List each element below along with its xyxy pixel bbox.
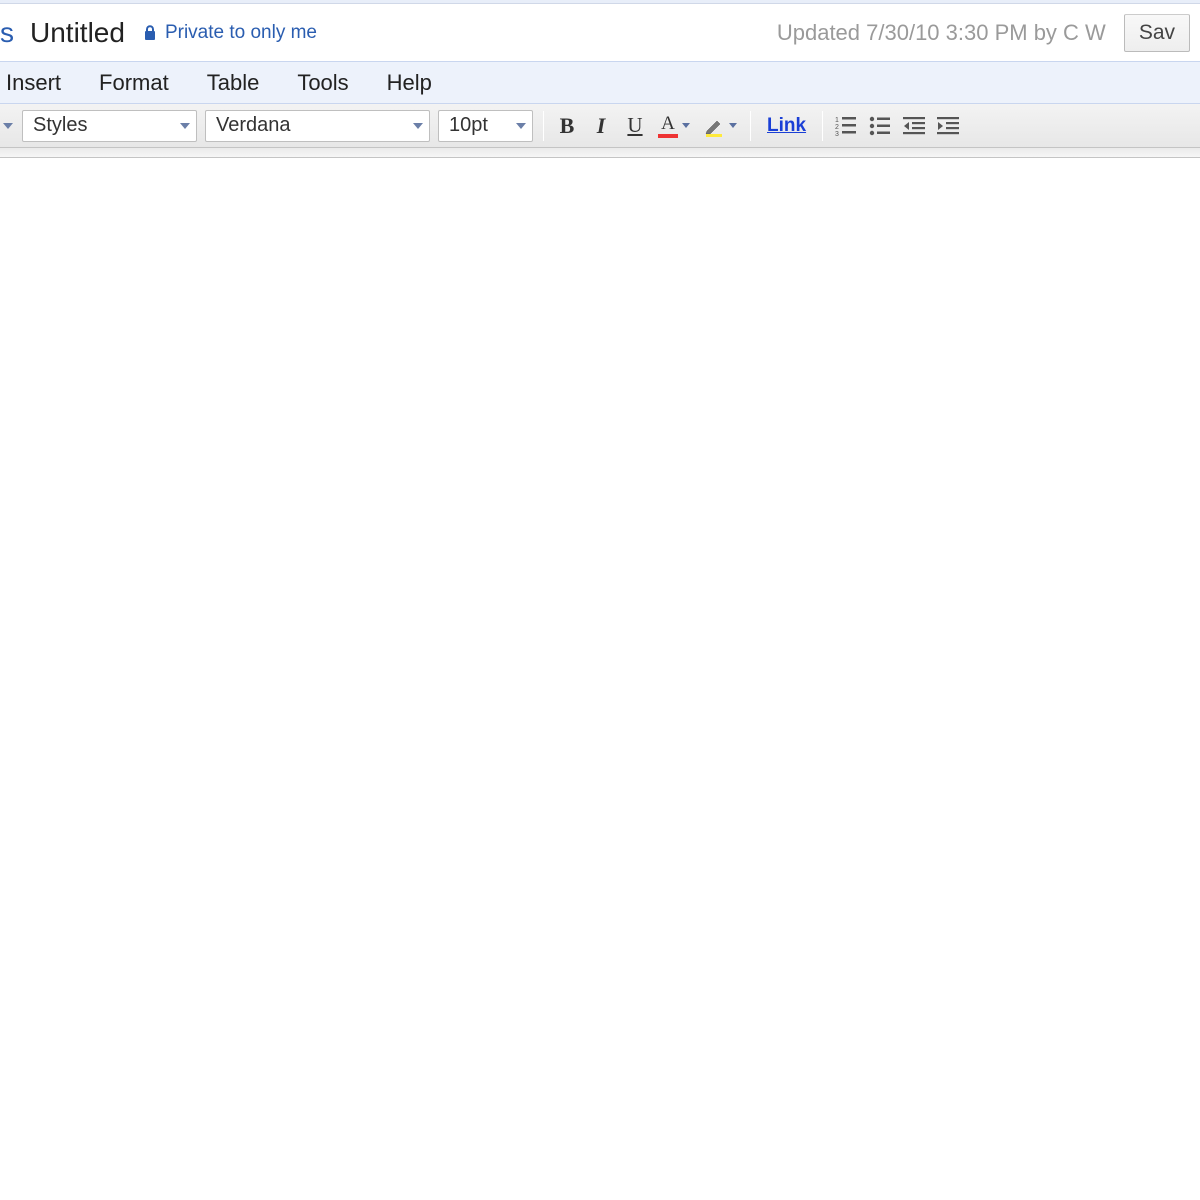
bold-button[interactable]: B	[550, 110, 584, 142]
title-bar: s Untitled Private to only me Updated 7/…	[0, 4, 1200, 62]
privacy-label: Private to only me	[165, 22, 317, 44]
chevron-down-icon	[682, 123, 690, 128]
menu-insert[interactable]: Insert	[4, 66, 63, 100]
toolbar-separator	[822, 111, 823, 141]
font-dropdown-label: Verdana	[216, 114, 291, 137]
leading-dropdown-caret[interactable]	[0, 123, 16, 129]
app-logo-fragment: s	[0, 17, 22, 49]
document-title[interactable]: Untitled	[22, 17, 143, 49]
font-size-dropdown[interactable]: 10pt	[438, 110, 533, 142]
italic-button[interactable]: I	[584, 110, 618, 142]
chevron-down-icon	[180, 123, 190, 129]
text-color-icon: A	[658, 114, 678, 138]
svg-text:1: 1	[835, 117, 839, 124]
font-size-label: 10pt	[449, 114, 488, 137]
styles-dropdown-label: Styles	[33, 114, 87, 137]
font-dropdown[interactable]: Verdana	[205, 110, 430, 142]
lock-icon	[143, 25, 157, 41]
chevron-down-icon	[516, 123, 526, 129]
toolbar-separator	[543, 111, 544, 141]
menu-help[interactable]: Help	[385, 66, 434, 100]
chevron-down-icon	[413, 123, 423, 129]
decrease-indent-button[interactable]	[897, 110, 931, 142]
numbered-list-button[interactable]: 1 2 3	[829, 110, 863, 142]
toolbar-separator	[750, 111, 751, 141]
indent-icon	[937, 116, 959, 136]
outdent-icon	[903, 116, 925, 136]
menu-table[interactable]: Table	[205, 66, 262, 100]
underline-icon: U	[627, 113, 642, 138]
menu-bar: Insert Format Table Tools Help	[0, 62, 1200, 104]
italic-icon: I	[597, 113, 606, 139]
chevron-down-icon	[3, 123, 13, 129]
text-color-button[interactable]: A	[652, 110, 698, 142]
increase-indent-button[interactable]	[931, 110, 965, 142]
highlighter-icon	[703, 115, 725, 137]
styles-dropdown[interactable]: Styles	[22, 110, 197, 142]
highlight-color-button[interactable]	[698, 110, 744, 142]
svg-text:3: 3	[835, 131, 839, 136]
underline-button[interactable]: U	[618, 110, 652, 142]
document-canvas[interactable]	[0, 158, 1200, 1200]
privacy-indicator[interactable]: Private to only me	[143, 22, 317, 44]
chevron-down-icon	[729, 123, 737, 128]
link-label: Link	[761, 115, 812, 137]
bold-icon: B	[560, 113, 575, 139]
menu-format[interactable]: Format	[97, 66, 171, 100]
formatting-toolbar: Styles Verdana 10pt B I U A	[0, 104, 1200, 148]
save-button[interactable]: Sav	[1124, 14, 1190, 52]
bulleted-list-icon	[869, 116, 891, 136]
last-updated-text: Updated 7/30/10 3:30 PM by C W	[777, 20, 1124, 46]
menu-tools[interactable]: Tools	[295, 66, 350, 100]
numbered-list-icon: 1 2 3	[835, 116, 857, 136]
bulleted-list-button[interactable]	[863, 110, 897, 142]
svg-text:2: 2	[835, 124, 839, 131]
insert-link-button[interactable]: Link	[757, 110, 816, 142]
toolbar-bottom-edge	[0, 148, 1200, 158]
